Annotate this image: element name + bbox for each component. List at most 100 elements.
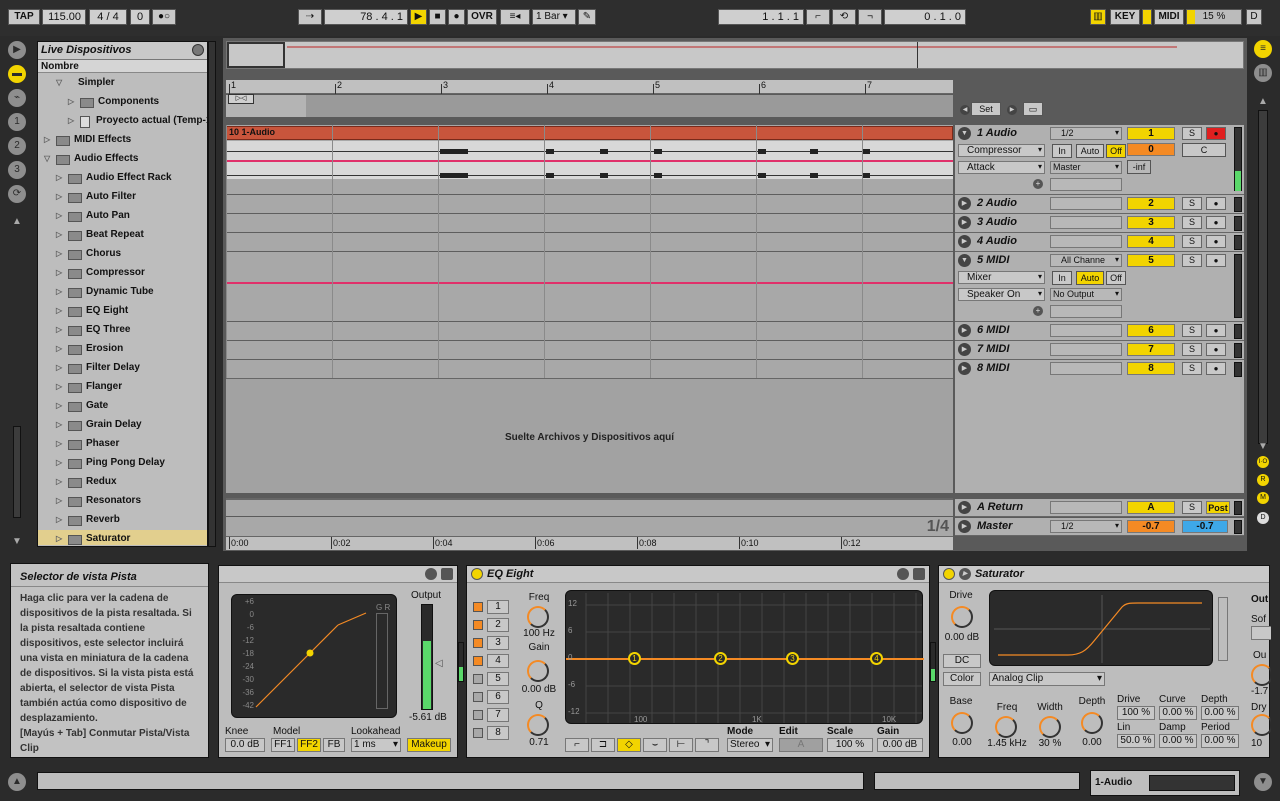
band-select-button[interactable]: 5 (487, 672, 509, 686)
folder-1-icon[interactable]: 1 (8, 113, 26, 131)
band-select-button[interactable]: 6 (487, 690, 509, 704)
triangle-right-icon[interactable]: ▷ (56, 530, 62, 545)
io-section-toggle-icon[interactable]: I·O (1257, 456, 1269, 468)
time-signature-field[interactable]: 4 / 4 (89, 9, 127, 25)
eq-band-point[interactable]: 3 (786, 652, 799, 665)
tap-button[interactable]: TAP (8, 9, 40, 25)
fold-down-icon[interactable]: ▼ (958, 127, 971, 140)
browser-item[interactable]: ▷ Ping Pong Delay (38, 454, 207, 473)
browser-item[interactable]: ▷ MIDI Effects (38, 131, 207, 150)
folder-3-icon[interactable]: 3 (8, 161, 26, 179)
nav-scrollbar[interactable] (13, 426, 21, 518)
ws-param-value[interactable]: 0.00 % (1201, 734, 1239, 748)
monitor-auto-button[interactable]: Auto (1076, 271, 1104, 285)
lookahead-select[interactable]: 1 ms ▾ (351, 738, 401, 752)
browser-item[interactable]: ▷ Audio Effect Rack (38, 169, 207, 188)
input-select[interactable]: All Channe ▾ (1050, 254, 1122, 267)
eq-scale-value[interactable]: 100 % (827, 738, 873, 752)
master-track-name[interactable]: Master (977, 520, 1012, 532)
quantize-select[interactable]: 1 Bar ▾ (532, 9, 576, 25)
track-activator[interactable]: 4 (1127, 235, 1175, 248)
sat-color-button[interactable]: Color (943, 672, 981, 686)
band-activator[interactable] (473, 620, 483, 630)
browser-column-header[interactable]: Nombre (38, 60, 207, 73)
overview-window[interactable] (227, 42, 285, 68)
lock-button[interactable]: ▭ (1023, 102, 1043, 116)
session-view-icon[interactable]: ≡ (1254, 40, 1272, 58)
nav-up-arrow-icon[interactable]: ▲ (12, 216, 22, 227)
time-ruler[interactable]: 0:00 0:02 0:04 0:06 0:08 0:10 0:12 (226, 536, 953, 550)
saturator-power-icon[interactable] (943, 568, 955, 580)
sat-soft-toggle[interactable] (1251, 626, 1271, 640)
knee-value[interactable]: 0.0 dB (225, 738, 265, 752)
sat-freq-knob[interactable] (995, 716, 1017, 738)
arm-button[interactable]: ● (1206, 254, 1226, 267)
browser-item[interactable]: ▷ Saturator (38, 530, 207, 545)
browser-item[interactable]: ▷ Auto Pan (38, 207, 207, 226)
band-select-button[interactable]: 7 (487, 708, 509, 722)
output-sub-select[interactable] (1050, 178, 1122, 191)
solo-button[interactable]: S (1182, 197, 1202, 210)
triangle-down-icon[interactable]: ▽ (44, 150, 50, 168)
vscroll-down-icon[interactable]: ▼ (1258, 441, 1268, 452)
fold-right-icon[interactable]: ▶ (958, 235, 971, 248)
eq-save-icon[interactable] (897, 568, 909, 580)
arm-button[interactable]: ● (1206, 216, 1226, 229)
punch-in-button[interactable]: ⌐ (806, 9, 830, 25)
track-lane[interactable] (226, 214, 953, 233)
browser-item[interactable]: ▷ Auto Filter (38, 188, 207, 207)
beat-ruler[interactable]: 1 2 3 4 5 6 7 (226, 80, 953, 94)
browser-item[interactable]: ▷ Components (38, 93, 207, 112)
track-lane[interactable] (226, 233, 953, 252)
triangle-right-icon[interactable]: ▷ (56, 359, 62, 377)
play-button[interactable]: ▶ (410, 9, 427, 25)
track-name[interactable]: 2 Audio (977, 197, 1017, 209)
eq-q-knob[interactable] (527, 714, 549, 736)
browser-item[interactable]: ▽ Audio Effects (38, 150, 207, 169)
eq-q-value[interactable]: 0.71 (525, 737, 553, 748)
ff1-button[interactable]: FF1 (271, 738, 295, 752)
browser-item[interactable]: ▷ Flanger (38, 378, 207, 397)
arm-button[interactable]: ● (1206, 324, 1226, 337)
track-header[interactable]: ▶ 4 Audio 4 S ● (955, 233, 1244, 252)
plugin-icon[interactable]: ⌁ (8, 89, 26, 107)
triangle-right-icon[interactable]: ▷ (44, 131, 50, 149)
loop-length-field[interactable]: 0 . 1 . 0 (884, 9, 966, 25)
eq-display[interactable]: 12 6 0 -6 -12 100 1K 10K 1234 (565, 590, 924, 724)
track-lane[interactable] (226, 360, 953, 379)
triangle-right-icon[interactable]: ▷ (56, 188, 62, 206)
track-io-field[interactable] (1050, 324, 1122, 337)
monitor-in-button[interactable]: In (1052, 144, 1072, 158)
band-activator[interactable] (473, 710, 483, 720)
device-chooser[interactable]: Mixer ▾ (958, 271, 1045, 284)
sat-dry-value[interactable]: 10 (1251, 738, 1262, 749)
triangle-right-icon[interactable]: ▷ (56, 245, 62, 263)
eq-gain-value[interactable]: 0.00 dB (517, 684, 561, 695)
track-io-field[interactable] (1050, 197, 1122, 210)
sat-depth-knob[interactable] (1081, 712, 1103, 734)
triangle-right-icon[interactable]: ▷ (56, 378, 62, 396)
band-activator[interactable] (473, 638, 483, 648)
band-select-button[interactable]: 4 (487, 654, 509, 668)
nav-down-arrow-icon[interactable]: ▼ (12, 536, 22, 547)
track-header[interactable]: ▶ 8 MIDI 8 S ● (955, 360, 1244, 379)
hot-swap-icon[interactable]: ⟳ (8, 185, 26, 203)
triangle-right-icon[interactable]: ▷ (56, 435, 62, 453)
volume-field[interactable]: 0 (1127, 143, 1175, 156)
midi-map-button[interactable]: MIDI (1154, 9, 1184, 25)
track-activator[interactable]: 3 (1127, 216, 1175, 229)
solo-button[interactable]: S (1182, 254, 1202, 267)
triangle-down-icon[interactable]: ▽ (56, 74, 62, 92)
return-activator[interactable]: A (1127, 501, 1175, 514)
triangle-right-icon[interactable]: ▷ (56, 397, 62, 415)
return-io-field[interactable] (1050, 501, 1122, 514)
compressor-menu-icon[interactable] (441, 568, 453, 580)
eq-freq-value[interactable]: 100 Hz (521, 628, 557, 639)
browser-item[interactable]: ▷ Resonators (38, 492, 207, 511)
makeup-button[interactable]: Makeup (407, 738, 451, 752)
ws-param-value[interactable]: 50.0 % (1117, 734, 1155, 748)
eq-band-point[interactable]: 2 (714, 652, 727, 665)
high-cut-filter-icon[interactable]: ⌝ (695, 738, 719, 752)
track-header[interactable]: ▼ 5 MIDI All Channe ▾ Mixer ▾ Speaker On ▾ In Aut… (955, 252, 1244, 322)
fold-right-icon[interactable]: ▶ (958, 324, 971, 337)
